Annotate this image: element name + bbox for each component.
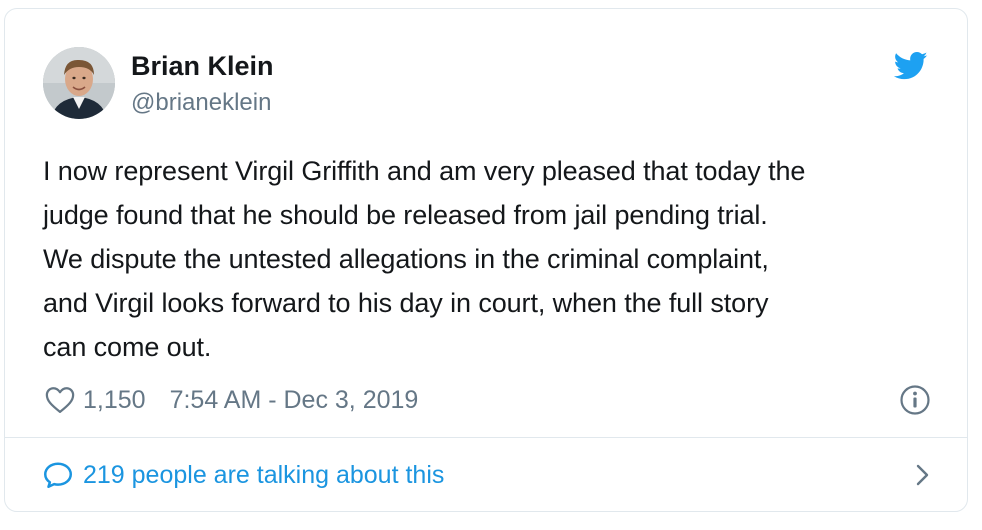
timestamp-link[interactable]: 7:54 AM - Dec 3, 2019 (170, 386, 419, 415)
speech-bubble-icon (44, 462, 72, 488)
tweet-line: judge found that he should be released f… (43, 200, 768, 230)
author-name[interactable]: Brian Klein (131, 51, 274, 82)
tweet-text: I now represent Virgil Griffith and am v… (43, 149, 943, 369)
author-handle[interactable]: @brianeklein (131, 89, 271, 117)
tweet-line: and Virgil looks forward to his day in c… (43, 288, 769, 318)
twitter-bird-icon[interactable] (893, 51, 928, 81)
tweet-card: Brian Klein @brianeklein I now represent… (4, 8, 968, 512)
tweet-line: can come out. (43, 332, 212, 362)
conversation-text: 219 people are talking about this (83, 460, 445, 489)
avatar[interactable] (43, 47, 115, 119)
heart-icon (45, 387, 75, 413)
tweet-meta: 1,150 7:54 AM - Dec 3, 2019 (45, 383, 418, 417)
tweet-line: I now represent Virgil Griffith and am v… (43, 156, 806, 186)
chevron-right-icon (916, 464, 929, 486)
like-button[interactable]: 1,150 (45, 386, 146, 415)
info-icon[interactable] (899, 384, 931, 416)
conversation-link[interactable]: 219 people are talking about this (43, 457, 933, 493)
like-count: 1,150 (83, 385, 146, 414)
divider (5, 437, 967, 438)
tweet-line: We dispute the untested allegations in t… (43, 244, 769, 274)
